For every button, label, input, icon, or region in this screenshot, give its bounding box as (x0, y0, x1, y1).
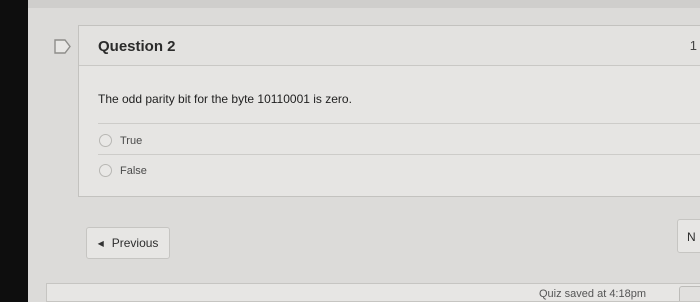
submit-button[interactable] (679, 286, 700, 301)
radio-true[interactable] (99, 134, 112, 147)
previous-button[interactable]: ◀ Previous (86, 227, 170, 259)
footer-bar: Quiz saved at 4:18pm (46, 283, 700, 302)
answer-option-true[interactable]: True (99, 134, 142, 147)
top-strip (28, 0, 700, 8)
next-button[interactable]: N (677, 219, 700, 253)
radio-false[interactable] (99, 164, 112, 177)
screen-bezel (0, 0, 28, 302)
screen: Question 2 1 The odd parity bit for the … (0, 0, 700, 302)
answer-option-false[interactable]: False (99, 164, 147, 177)
question-points: 1 (689, 38, 697, 53)
question-text: The odd parity bit for the byte 10110001… (98, 92, 352, 106)
question-card: Question 2 1 The odd parity bit for the … (78, 25, 700, 197)
previous-label: Previous (111, 236, 159, 250)
divider (98, 123, 700, 124)
option-label-false: False (120, 164, 147, 177)
quiz-saved-status: Quiz saved at 4:18pm (539, 288, 647, 300)
next-label: N (687, 230, 696, 244)
question-title: Question 2 (98, 38, 176, 55)
divider (98, 154, 700, 155)
flag-icon[interactable] (53, 37, 72, 56)
option-label-true: True (120, 134, 143, 147)
question-header: Question 2 1 (79, 26, 700, 66)
caret-left-icon: ◀ (97, 238, 104, 248)
